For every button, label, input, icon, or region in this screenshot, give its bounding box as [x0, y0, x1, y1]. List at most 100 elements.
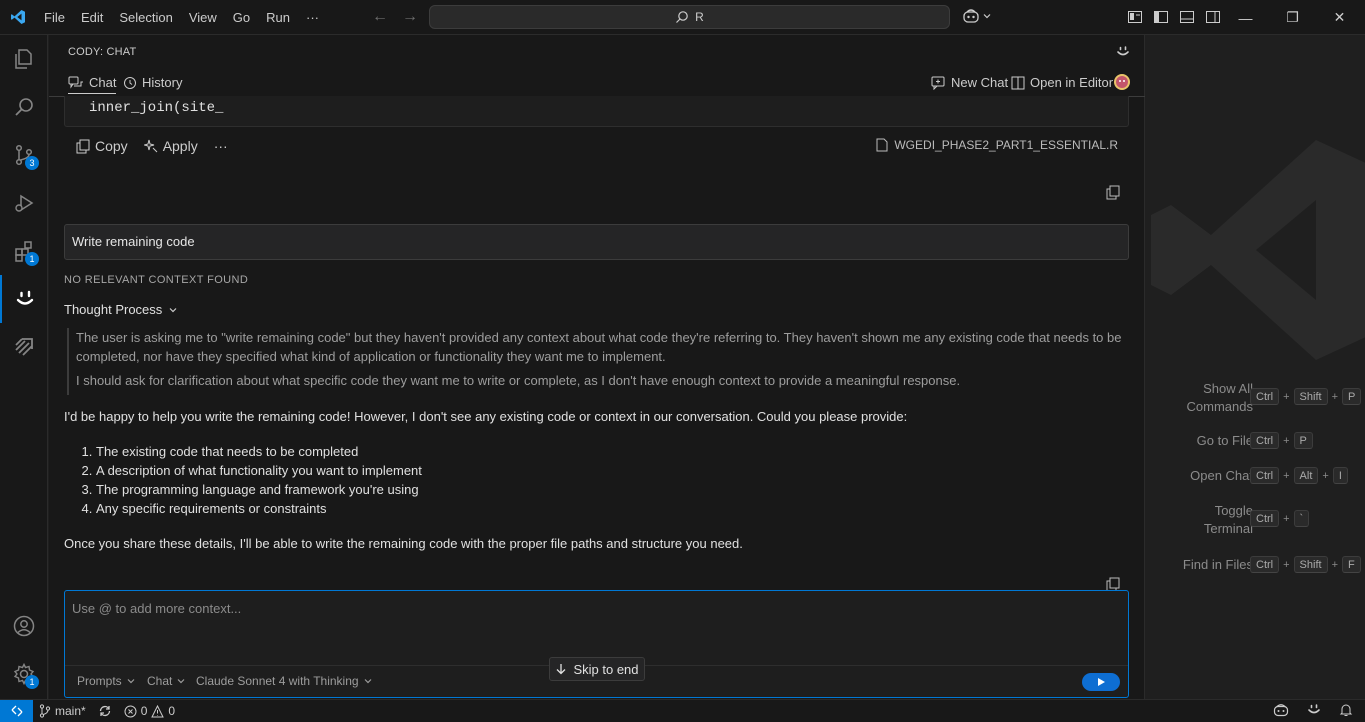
new-chat-icon — [931, 76, 945, 90]
shortcut-keys: Ctrl + Alt + I — [1250, 467, 1348, 484]
user-message[interactable]: Write remaining code — [64, 224, 1129, 260]
cody-icon[interactable] — [0, 275, 48, 323]
shortcut-label-line: Commands — [1186, 399, 1253, 414]
shortcut-label: Show All Commands — [1187, 380, 1253, 416]
notifications-bell-icon[interactable] — [1339, 703, 1353, 720]
close-icon[interactable]: ✕ — [1316, 0, 1363, 35]
keyboard-key: Ctrl — [1250, 510, 1280, 527]
menu-go[interactable]: Go — [225, 0, 258, 35]
copy-message-icon[interactable] — [1106, 185, 1120, 203]
avatar[interactable] — [1113, 73, 1131, 91]
open-in-editor-button[interactable]: Open in Editor — [1011, 75, 1113, 90]
keyboard-key: Alt — [1293, 467, 1319, 484]
menu-more[interactable]: ··· — [298, 0, 327, 35]
toggle-primary-sidebar-icon[interactable] — [1153, 9, 1169, 28]
search-icon[interactable] — [0, 83, 48, 131]
key-separator: + — [1283, 469, 1290, 482]
mode-dropdown[interactable]: Chat — [147, 674, 186, 688]
key-separator: + — [1331, 558, 1338, 571]
menu-edit[interactable]: Edit — [73, 0, 111, 35]
customize-layout-icon[interactable] — [1127, 9, 1143, 28]
search-icon — [676, 11, 688, 23]
keyboard-key: Ctrl — [1250, 467, 1280, 484]
copy-button[interactable]: Copy — [76, 138, 128, 154]
tab-chat-label: Chat — [89, 75, 117, 90]
menu-selection[interactable]: Selection — [111, 0, 180, 35]
source-control-icon[interactable]: 3 — [0, 131, 48, 179]
remote-indicator-icon[interactable] — [0, 700, 33, 722]
settings-badge: 1 — [25, 675, 39, 689]
list-item: Any specific requirements or constraints — [96, 499, 1129, 518]
toggle-secondary-sidebar-icon[interactable] — [1205, 9, 1221, 28]
forward-arrow-icon[interactable]: → — [402, 8, 418, 26]
problems-status[interactable]: 0 0 — [118, 704, 181, 718]
shortcut-label-line: Toggle — [1214, 503, 1253, 518]
cody-smile-icon[interactable] — [1116, 45, 1130, 62]
thought-paragraph: I should ask for clarification about wha… — [76, 373, 961, 388]
minimize-icon[interactable]: — — [1222, 0, 1269, 35]
accounts-icon[interactable] — [0, 602, 48, 650]
run-debug-icon[interactable] — [0, 179, 48, 227]
prompts-dropdown[interactable]: Prompts — [77, 674, 136, 688]
model-dropdown[interactable]: Claude Sonnet 4 with Thinking — [196, 674, 373, 688]
keyboard-key: Shift — [1293, 556, 1328, 573]
more-actions-button[interactable]: ··· — [214, 138, 228, 154]
toggle-panel-icon[interactable] — [1179, 9, 1195, 28]
skip-to-end-label: Skip to end — [573, 661, 639, 677]
new-chat-button[interactable]: New Chat — [931, 75, 1008, 90]
file-icon — [876, 138, 888, 152]
send-button[interactable] — [1082, 673, 1120, 691]
thought-paragraph: The user is asking me to "write remainin… — [76, 330, 1122, 364]
extensions-icon[interactable]: 1 — [0, 227, 48, 275]
keyboard-key: P — [1342, 388, 1362, 405]
cody-status-icon[interactable] — [1307, 703, 1321, 720]
restore-icon[interactable]: ❐ — [1269, 0, 1316, 35]
branch-status[interactable]: main* — [33, 704, 92, 718]
shortcut-row: Toggle Terminal Ctrl + ` — [1146, 502, 1365, 536]
chevron-down-icon — [983, 14, 991, 19]
menu-file[interactable]: File — [36, 0, 73, 35]
keyboard-key: ` — [1293, 510, 1310, 527]
menu-view[interactable]: View — [181, 0, 225, 35]
answer-list: The existing code that needs to be compl… — [96, 442, 1129, 518]
file-reference-link[interactable]: WGEDI_PHASE2_PART1_ESSENTIAL.R — [876, 138, 1118, 152]
warning-icon — [151, 704, 165, 717]
claude-code-icon[interactable] — [0, 323, 48, 371]
code-snippet: inner_join(site_ — [64, 96, 1129, 127]
tab-history[interactable]: History — [123, 75, 182, 90]
menu-bar: File Edit Selection View Go Run ··· — [36, 0, 327, 35]
error-icon — [124, 705, 137, 717]
settings-gear-icon[interactable]: 1 — [0, 650, 48, 698]
copilot-menu[interactable] — [962, 8, 992, 24]
git-branch-icon — [39, 704, 51, 718]
error-count: 0 — [140, 704, 148, 718]
thought-process-toggle[interactable]: Thought Process — [64, 302, 178, 317]
play-icon — [1098, 678, 1105, 686]
tab-history-label: History — [142, 75, 183, 90]
keyboard-key: Shift — [1293, 388, 1328, 405]
tab-chat[interactable]: Chat — [68, 75, 117, 94]
activity-bar: 3 1 1 — [0, 35, 48, 699]
shortcut-row: Find in Files Ctrl + Shift + F — [1146, 556, 1365, 586]
skip-to-end-button[interactable]: Skip to end — [549, 657, 645, 681]
thought-process-content: The user is asking me to "write remainin… — [67, 328, 1129, 395]
assistant-answer: I'd be happy to help you write the remai… — [64, 407, 1129, 553]
explorer-icon[interactable] — [0, 35, 48, 83]
command-center-search[interactable]: R — [429, 5, 950, 29]
chevron-down-icon — [169, 307, 177, 312]
copilot-status-icon[interactable] — [1273, 703, 1289, 720]
shortcut-label: Find in Files — [1183, 556, 1253, 574]
vscode-watermark-icon — [1151, 140, 1365, 363]
sync-button[interactable] — [92, 704, 118, 718]
chat-input[interactable] — [72, 601, 1112, 616]
shortcut-row: Show All Commands Ctrl + Shift + P — [1146, 380, 1365, 414]
file-reference-name: WGEDI_PHASE2_PART1_ESSENTIAL.R — [894, 138, 1118, 152]
menu-run[interactable]: Run — [258, 0, 298, 35]
prompts-label: Prompts — [77, 674, 122, 688]
back-arrow-icon[interactable]: ← — [372, 8, 388, 26]
panel-title: CODY: CHAT — [68, 46, 137, 58]
apply-button[interactable]: Apply — [143, 138, 198, 154]
chat-bubbles-icon — [68, 76, 83, 89]
key-separator: + — [1283, 558, 1290, 571]
title-bar: File Edit Selection View Go Run ··· ← → … — [0, 0, 1365, 35]
